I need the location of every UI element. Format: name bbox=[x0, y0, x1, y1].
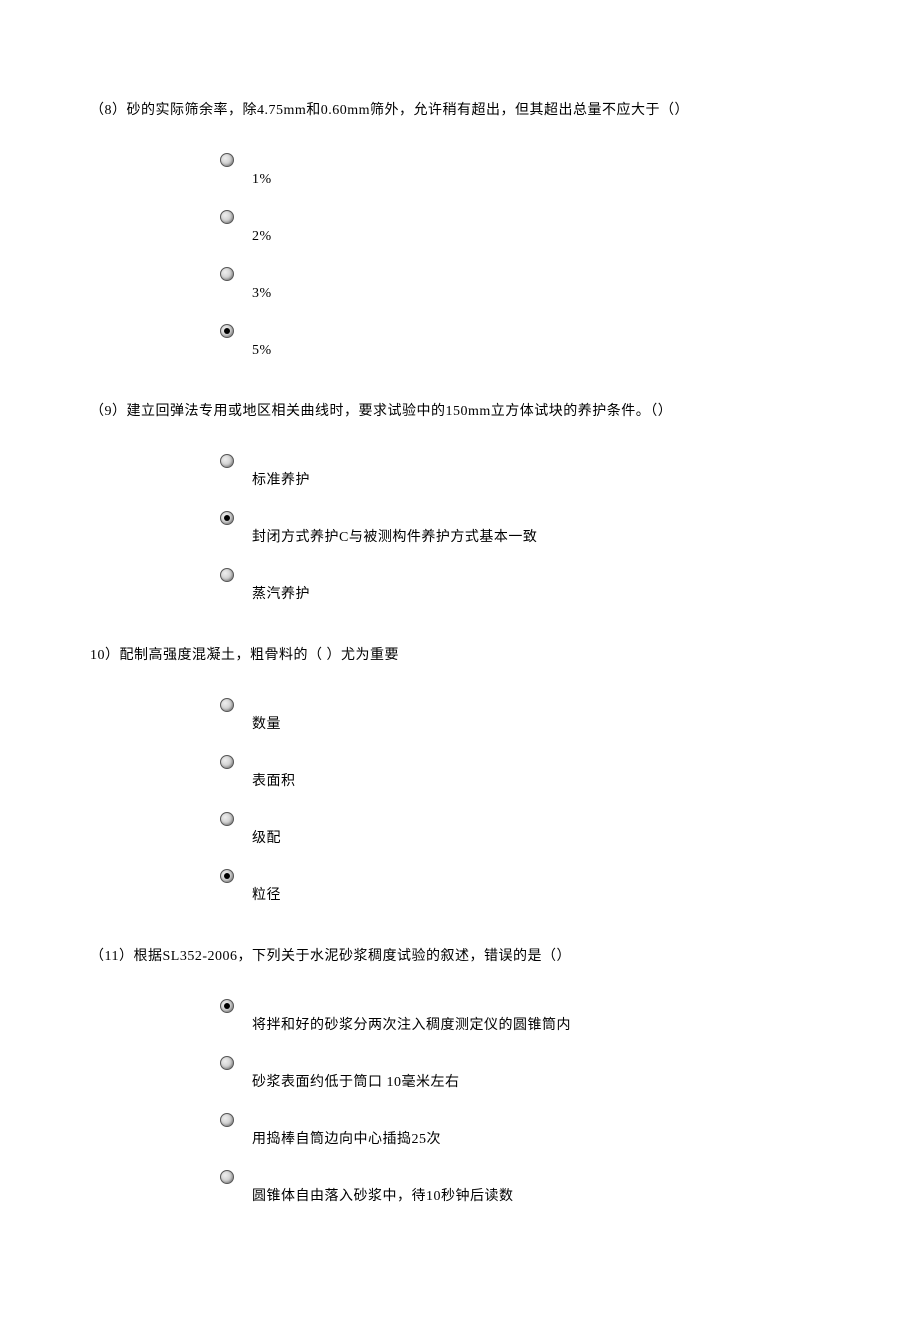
option-row[interactable]: 圆锥体自由落入砂浆中，待10秒钟后读数 bbox=[220, 1168, 830, 1207]
option-label: 将拌和好的砂浆分两次注入稠度测定仪的圆锥筒内 bbox=[252, 1015, 571, 1036]
option-label: 3% bbox=[252, 283, 272, 304]
question-10: 10）配制高强度混凝土，粗骨料的（ ）尤为重要 数量 表面积 级配 粒径 bbox=[90, 645, 830, 906]
radio-icon[interactable] bbox=[220, 755, 234, 769]
option-row[interactable]: 用捣棒自筒边向中心插捣25次 bbox=[220, 1111, 830, 1150]
radio-icon[interactable] bbox=[220, 999, 234, 1013]
radio-icon[interactable] bbox=[220, 812, 234, 826]
radio-icon[interactable] bbox=[220, 568, 234, 582]
option-label: 表面积 bbox=[252, 771, 296, 792]
option-row[interactable]: 将拌和好的砂浆分两次注入稠度测定仪的圆锥筒内 bbox=[220, 997, 830, 1036]
option-row[interactable]: 级配 bbox=[220, 810, 830, 849]
option-label: 粒径 bbox=[252, 885, 281, 906]
option-row[interactable]: 封闭方式养护C与被测构件养护方式基本一致 bbox=[220, 509, 830, 548]
question-9-options: 标准养护 封闭方式养护C与被测构件养护方式基本一致 蒸汽养护 bbox=[90, 452, 830, 605]
document-page: （8）砂的实际筛余率，除4.75mm和0.60mm筛外，允许稍有超出，但其超出总… bbox=[0, 0, 920, 1327]
option-row[interactable]: 粒径 bbox=[220, 867, 830, 906]
question-8: （8）砂的实际筛余率，除4.75mm和0.60mm筛外，允许稍有超出，但其超出总… bbox=[90, 100, 830, 361]
option-label: 2% bbox=[252, 226, 272, 247]
option-label: 数量 bbox=[252, 714, 281, 735]
option-label: 1% bbox=[252, 169, 272, 190]
option-row[interactable]: 2% bbox=[220, 208, 830, 247]
option-row[interactable]: 砂浆表面约低于筒口 10毫米左右 bbox=[220, 1054, 830, 1093]
question-11-options: 将拌和好的砂浆分两次注入稠度测定仪的圆锥筒内 砂浆表面约低于筒口 10毫米左右 … bbox=[90, 997, 830, 1207]
option-row[interactable]: 1% bbox=[220, 151, 830, 190]
option-row[interactable]: 蒸汽养护 bbox=[220, 566, 830, 605]
option-label: 圆锥体自由落入砂浆中，待10秒钟后读数 bbox=[252, 1186, 514, 1207]
option-row[interactable]: 标准养护 bbox=[220, 452, 830, 491]
question-8-options: 1% 2% 3% 5% bbox=[90, 151, 830, 361]
option-label: 蒸汽养护 bbox=[252, 584, 310, 605]
radio-icon[interactable] bbox=[220, 267, 234, 281]
radio-icon[interactable] bbox=[220, 698, 234, 712]
question-11-text: （11）根据SL352-2006，下列关于水泥砂浆稠度试验的叙述，错误的是（） bbox=[90, 946, 830, 967]
option-row[interactable]: 3% bbox=[220, 265, 830, 304]
option-label: 用捣棒自筒边向中心插捣25次 bbox=[252, 1129, 441, 1150]
radio-icon[interactable] bbox=[220, 454, 234, 468]
question-11: （11）根据SL352-2006，下列关于水泥砂浆稠度试验的叙述，错误的是（） … bbox=[90, 946, 830, 1207]
question-8-text: （8）砂的实际筛余率，除4.75mm和0.60mm筛外，允许稍有超出，但其超出总… bbox=[90, 100, 830, 121]
option-label: 封闭方式养护C与被测构件养护方式基本一致 bbox=[252, 527, 537, 548]
question-9: （9）建立回弹法专用或地区相关曲线时，要求试验中的150mm立方体试块的养护条件… bbox=[90, 401, 830, 605]
option-label: 5% bbox=[252, 340, 272, 361]
option-row[interactable]: 表面积 bbox=[220, 753, 830, 792]
radio-icon[interactable] bbox=[220, 869, 234, 883]
option-label: 标准养护 bbox=[252, 470, 310, 491]
radio-icon[interactable] bbox=[220, 511, 234, 525]
option-row[interactable]: 5% bbox=[220, 322, 830, 361]
radio-icon[interactable] bbox=[220, 1056, 234, 1070]
radio-icon[interactable] bbox=[220, 324, 234, 338]
question-10-options: 数量 表面积 级配 粒径 bbox=[90, 696, 830, 906]
option-label: 级配 bbox=[252, 828, 281, 849]
radio-icon[interactable] bbox=[220, 1170, 234, 1184]
question-10-text: 10）配制高强度混凝土，粗骨料的（ ）尤为重要 bbox=[90, 645, 830, 666]
question-9-text: （9）建立回弹法专用或地区相关曲线时，要求试验中的150mm立方体试块的养护条件… bbox=[90, 401, 830, 422]
option-label: 砂浆表面约低于筒口 10毫米左右 bbox=[252, 1072, 460, 1093]
option-row[interactable]: 数量 bbox=[220, 696, 830, 735]
radio-icon[interactable] bbox=[220, 1113, 234, 1127]
radio-icon[interactable] bbox=[220, 153, 234, 167]
radio-icon[interactable] bbox=[220, 210, 234, 224]
